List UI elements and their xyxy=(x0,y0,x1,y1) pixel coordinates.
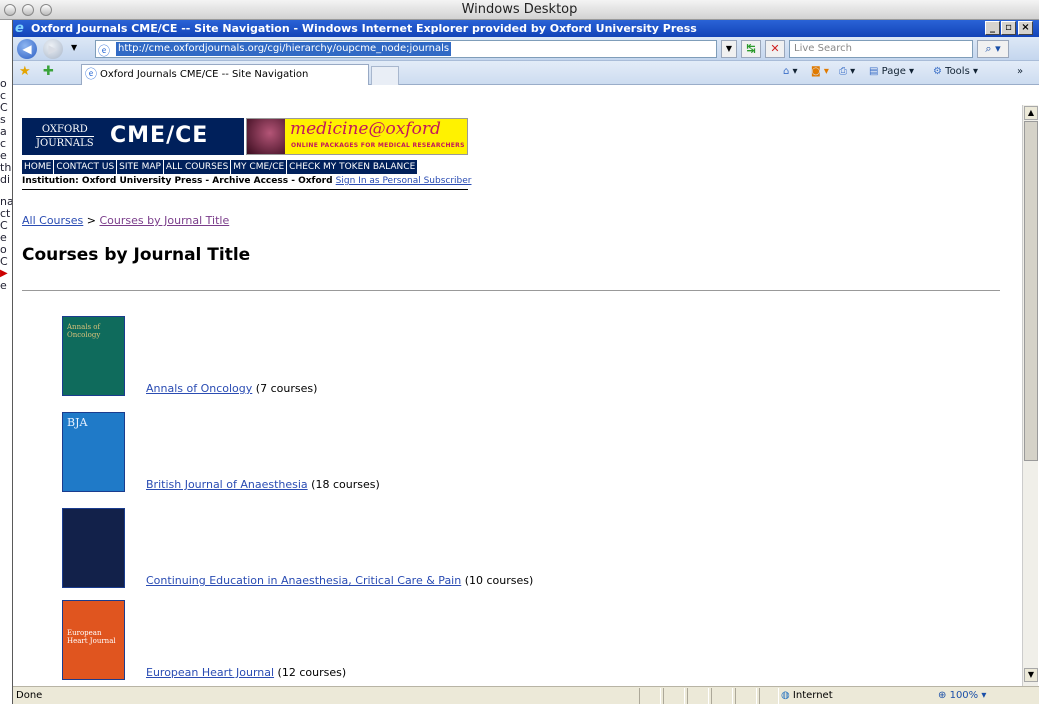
maximize-button[interactable]: ▫ xyxy=(1001,21,1016,35)
nav-contact-us[interactable]: CONTACT US xyxy=(54,160,117,174)
minimize-button[interactable]: _ xyxy=(985,21,1000,35)
zoom-level[interactable]: ⊕ 100% ▾ xyxy=(938,687,986,704)
journal-cover[interactable] xyxy=(62,508,125,588)
nav-home[interactable]: HOME xyxy=(22,160,54,174)
nav-token-balance[interactable]: CHECK MY TOKEN BALANCE xyxy=(287,160,418,174)
tab-active[interactable]: ⓔ Oxford Journals CME/CE -- Site Navigat… xyxy=(81,64,369,85)
feeds-icon[interactable]: ◙ ▾ xyxy=(811,66,829,77)
scroll-down-icon[interactable]: ▼ xyxy=(1024,668,1038,682)
security-zone: ◍ Internet xyxy=(781,690,833,701)
journal-cover[interactable]: Annals of Oncology xyxy=(62,316,125,396)
chevron-more-icon[interactable]: » xyxy=(1017,66,1023,77)
institution-line: Institution: Oxford University Press - A… xyxy=(22,176,472,186)
back-button[interactable]: ◀ xyxy=(17,39,37,59)
list-item: BJA British Journal of Anaesthesia (18 c… xyxy=(62,412,962,508)
journal-link[interactable]: Annals of Oncology xyxy=(146,382,252,395)
live-search-input[interactable]: Live Search xyxy=(789,40,973,58)
journal-cover[interactable]: European Heart Journal xyxy=(62,600,125,680)
list-item: Annals of Oncology Annals of Oncology (7… xyxy=(62,316,962,412)
breadcrumb-all-courses[interactable]: All Courses xyxy=(22,214,83,227)
journal-link[interactable]: European Heart Journal xyxy=(146,666,274,679)
tab-page-icon: ⓔ xyxy=(85,67,98,81)
vertical-scrollbar[interactable]: ▲ ▼ xyxy=(1022,105,1038,686)
globe-icon: ◍ xyxy=(781,690,790,701)
home-icon[interactable]: ⌂ ▾ xyxy=(783,66,798,77)
scroll-up-icon[interactable]: ▲ xyxy=(1024,106,1038,120)
oxford-cme-logo[interactable]: OXFORD JOURNALS CME/CE xyxy=(22,118,244,155)
page-title: Courses by Journal Title xyxy=(22,245,251,265)
print-icon[interactable]: ⎙ ▾ xyxy=(839,66,855,77)
page-icon: ⓔ xyxy=(98,44,111,58)
divider xyxy=(22,189,468,190)
tools-menu[interactable]: ⚙ Tools ▾ xyxy=(933,66,978,77)
journal-cover[interactable]: BJA xyxy=(62,412,125,492)
site-nav: HOME CONTACT US SITE MAP ALL COURSES MY … xyxy=(22,160,418,174)
add-favorites-icon[interactable]: ✚ xyxy=(43,64,54,79)
nav-all-courses[interactable]: ALL COURSES xyxy=(163,160,231,174)
tab-bar: ★ ✚ ⓔ Oxford Journals CME/CE -- Site Nav… xyxy=(13,61,1039,85)
favorites-star-icon[interactable]: ★ xyxy=(19,64,31,79)
nav-site-map[interactable]: SITE MAP xyxy=(117,160,163,174)
search-button[interactable]: ⌕ ▾ xyxy=(977,40,1009,58)
breadcrumb: All Courses > Courses by Journal Title xyxy=(22,214,230,227)
new-tab-button[interactable] xyxy=(371,66,399,85)
journal-link[interactable]: British Journal of Anaesthesia xyxy=(146,478,308,491)
breadcrumb-current[interactable]: Courses by Journal Title xyxy=(100,214,230,227)
address-input[interactable]: ⓔ http://cme.oxfordjournals.org/cgi/hier… xyxy=(95,40,717,58)
banner-image xyxy=(247,119,285,154)
list-item: European Heart Journal European Heart Jo… xyxy=(62,600,962,686)
divider xyxy=(22,290,1000,291)
nav-my-cme[interactable]: MY CME/CE xyxy=(231,160,287,174)
zoom-icon: ⊕ xyxy=(938,690,947,701)
status-bar: Done ◍ Internet ⊕ 100% ▾ xyxy=(13,686,1039,704)
ie-logo-icon: e xyxy=(15,21,24,36)
history-dropdown-icon[interactable]: ▼ xyxy=(71,43,77,52)
list-item: Continuing Education in Anaesthesia, Cri… xyxy=(62,508,962,604)
sign-in-link[interactable]: Sign In as Personal Subscriber xyxy=(336,176,472,186)
ie-window: e Oxford Journals CME/CE -- Site Navigat… xyxy=(12,20,1039,704)
stop-icon[interactable]: ✕ xyxy=(765,40,785,58)
address-toolbar: ◀ ▶ ▼ ⓔ http://cme.oxfordjournals.org/cg… xyxy=(13,37,1039,61)
background-window-fragment: o c Cs a c e th di na ct Ce o C ▶ e xyxy=(0,20,12,704)
ie-titlebar: e Oxford Journals CME/CE -- Site Navigat… xyxy=(13,20,1039,37)
mac-window-title: Windows Desktop xyxy=(461,2,578,17)
page-content: OXFORD JOURNALS CME/CE medicine@oxford O… xyxy=(13,105,1022,686)
forward-button[interactable]: ▶ xyxy=(43,39,63,59)
address-dropdown-button[interactable]: ▼ xyxy=(721,40,737,58)
medicine-oxford-banner[interactable]: medicine@oxford ONLINE PACKAGES FOR MEDI… xyxy=(246,118,468,155)
mac-window-titlebar: Windows Desktop xyxy=(0,0,1039,20)
scroll-thumb[interactable] xyxy=(1024,121,1038,461)
status-text: Done xyxy=(16,690,43,701)
refresh-icon[interactable]: ↹ xyxy=(741,40,761,58)
journal-link[interactable]: Continuing Education in Anaesthesia, Cri… xyxy=(146,574,461,587)
close-button[interactable]: × xyxy=(1018,21,1033,35)
page-menu[interactable]: ▤ Page ▾ xyxy=(869,66,914,77)
window-title: Oxford Journals CME/CE -- Site Navigatio… xyxy=(31,22,697,35)
